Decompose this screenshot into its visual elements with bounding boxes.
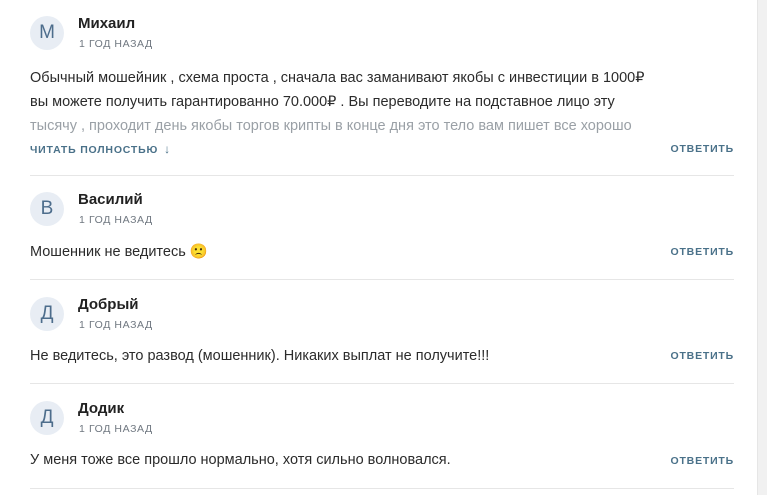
divider [30,279,734,280]
comment-author[interactable]: Добрый [78,296,139,313]
comment-item: Д Добрый 1 год назад Не ведитесь, это ра… [30,296,735,377]
reply-button[interactable]: Ответить [671,246,735,258]
comment-text-line: Не ведитесь, это развод (мошенник). Ника… [30,348,490,364]
comment-time: 1 год назад [79,319,153,331]
divider [30,175,734,176]
comment-text: Не ведитесь, это развод (мошенник). Ника… [30,344,670,368]
divider [30,488,734,489]
read-more-label: Читать полностью [30,144,159,156]
arrow-down-icon: ↓ [164,142,171,156]
avatar[interactable]: Д [30,297,64,331]
read-more-link[interactable]: Читать полностью ↓ [30,142,171,156]
comment-text: Обычный мошейник , схема проста , сначал… [30,66,670,138]
comment-text-line: У меня тоже все прошло нормально, хотя с… [30,452,451,468]
avatar[interactable]: В [30,192,64,226]
avatar[interactable]: Д [30,401,64,435]
comment-time: 1 год назад [79,423,153,435]
reply-button[interactable]: Ответить [671,350,735,362]
comment-text-line: вы можете получить гарантированно 70.000… [30,94,615,110]
comment-item: В Василий 1 год назад Мошенник не ведите… [30,191,735,272]
avatar[interactable]: М [30,16,64,50]
reply-button[interactable]: Ответить [671,143,735,155]
comment-item: М Михаил 1 год назад Обычный мошейник , … [30,15,735,176]
comment-text: У меня тоже все прошло нормально, хотя с… [30,448,670,472]
comment-time: 1 год назад [79,214,153,226]
divider [30,383,734,384]
comment-text: Мошенник не ведитесь 🙁 [30,240,670,264]
comment-author[interactable]: Михаил [78,15,135,32]
comment-author[interactable]: Додик [78,400,124,417]
scrollbar[interactable] [757,0,767,495]
comment-text-line: Мошенник не ведитесь 🙁 [30,244,208,260]
comment-item: Д Додик 1 год назад У меня тоже все прош… [30,400,735,481]
comment-author[interactable]: Василий [78,191,143,208]
comment-time: 1 год назад [79,38,153,50]
reply-button[interactable]: Ответить [671,455,735,467]
comment-text-line-faded: тысячу , проходит день якобы торгов крип… [30,118,632,134]
comment-text-line: Обычный мошейник , схема проста , сначал… [30,70,645,86]
